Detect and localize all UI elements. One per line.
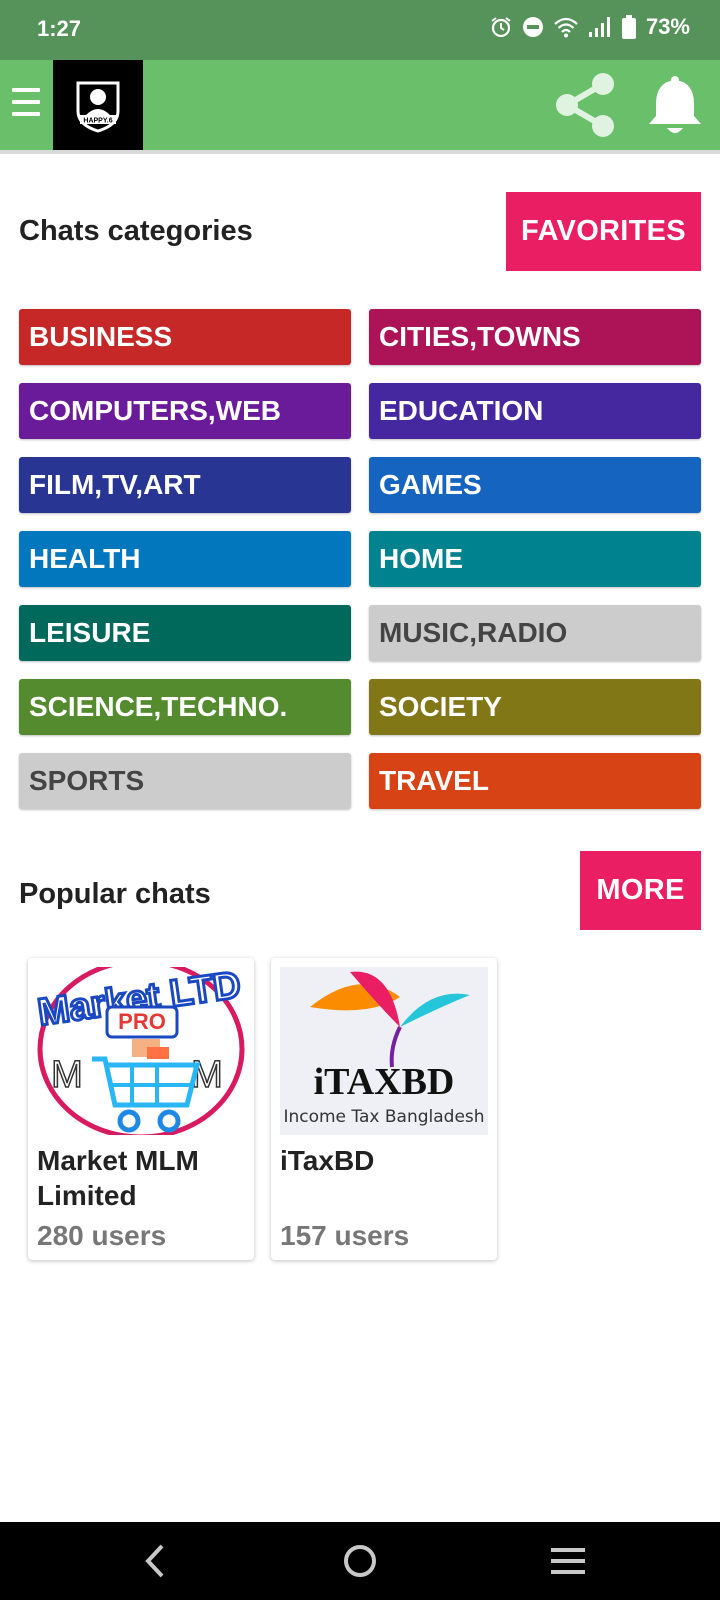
battery-percentage: 73% <box>645 14 690 39</box>
category-home[interactable]: HOME <box>369 531 701 587</box>
category-education[interactable]: EDUCATION <box>369 383 701 439</box>
category-games[interactable]: GAMES <box>369 457 701 513</box>
signal-icon <box>588 17 610 37</box>
itaxbd-logo-text: iTAXBD <box>314 1061 455 1103</box>
favorites-button[interactable]: FAVORITES <box>506 192 701 271</box>
app-logo[interactable]: HAPPY.6 <box>53 60 143 150</box>
category-science-techno[interactable]: SCIENCE,TECHNO. <box>19 679 351 735</box>
navigation-bar <box>0 1522 720 1600</box>
chat-card-market-mlm[interactable]: Market LTD PRO M M Market MLM Limited 28… <box>28 958 254 1260</box>
svg-text:M: M <box>51 1054 83 1096</box>
categories-title: Chats categories <box>19 215 253 247</box>
chat-name: iTaxBD <box>280 1145 375 1176</box>
category-sports[interactable]: SPORTS <box>19 753 351 809</box>
battery-icon <box>621 15 636 39</box>
category-travel[interactable]: TRAVEL <box>369 753 701 809</box>
more-button[interactable]: MORE <box>580 851 701 930</box>
chat-name: Market MLM Limited <box>37 1145 199 1211</box>
alarm-icon <box>491 17 511 38</box>
category-leisure[interactable]: LEISURE <box>19 605 351 661</box>
home-icon[interactable] <box>335 1538 385 1584</box>
popular-chats-title: Popular chats <box>19 878 211 910</box>
recents-icon[interactable] <box>543 1538 593 1584</box>
category-cities-towns[interactable]: CITIES,TOWNS <box>369 309 701 365</box>
app-bar: HAPPY.6 <box>0 60 720 150</box>
chat-user-count: 157 users <box>280 1220 410 1251</box>
share-icon[interactable] <box>553 70 619 140</box>
chat-image-itaxbd: iTAXBD Income Tax Bangladesh <box>280 967 488 1135</box>
chat-card-itaxbd[interactable]: iTAXBD Income Tax Bangladesh iTaxBD 157 … <box>271 958 497 1260</box>
category-computers-web[interactable]: COMPUTERS,WEB <box>19 383 351 439</box>
category-business[interactable]: BUSINESS <box>19 309 351 365</box>
bell-icon[interactable] <box>646 74 704 138</box>
logo-image: HAPPY.6 <box>76 81 120 133</box>
category-film-tv-art[interactable]: FILM,TV,ART <box>19 457 351 513</box>
do-not-disturb-icon <box>522 17 543 37</box>
chat-user-count: 280 users <box>37 1220 167 1251</box>
back-icon[interactable] <box>130 1538 180 1584</box>
wifi-icon <box>554 17 578 38</box>
category-music-radio[interactable]: MUSIC,RADIO <box>369 605 701 661</box>
status-bar: 1:27 73% <box>0 0 720 60</box>
svg-text:HAPPY.6: HAPPY.6 <box>83 118 112 125</box>
app-bar-divider <box>0 150 720 154</box>
hamburger-menu-icon[interactable] <box>12 84 40 120</box>
category-health[interactable]: HEALTH <box>19 531 351 587</box>
svg-text:Income Tax Bangladesh: Income Tax Bangladesh <box>283 1107 484 1127</box>
chat-image-market-mlm: Market LTD PRO M M <box>37 967 245 1135</box>
status-time: 1:27 <box>37 16 82 41</box>
svg-text:PRO: PRO <box>118 1009 166 1034</box>
status-icons: 73% <box>490 14 690 40</box>
category-society[interactable]: SOCIETY <box>369 679 701 735</box>
